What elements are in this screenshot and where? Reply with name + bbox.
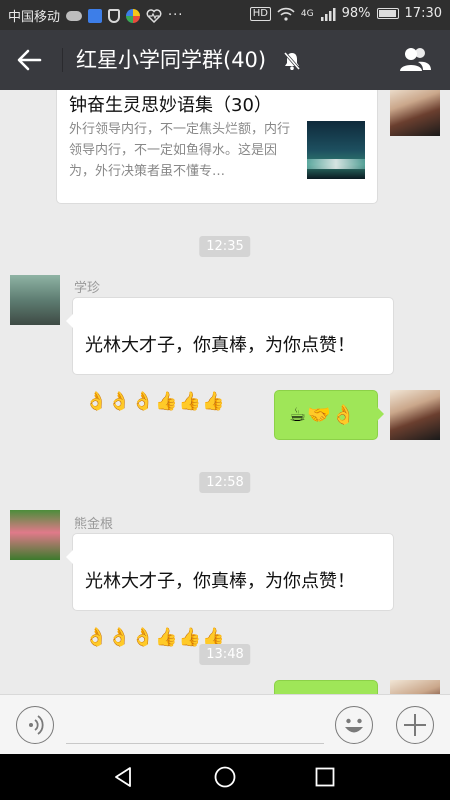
shared-article-card[interactable]: 钟奋生灵思妙语集（30） 外行领导内行，不一定焦头烂额，内行领导内行，不一定如鱼… — [56, 90, 378, 204]
voice-icon — [29, 715, 44, 735]
message-text: 光林大才子，你真棒，为你点赞！ — [85, 571, 355, 592]
chrome-icon — [126, 8, 141, 23]
header-divider — [62, 48, 63, 72]
shield-icon — [108, 8, 121, 23]
self-avatar[interactable] — [390, 680, 440, 694]
plus-icon — [404, 714, 426, 736]
message-input[interactable] — [66, 743, 324, 744]
heartbeat-icon — [146, 8, 162, 23]
group-info-button[interactable] — [398, 44, 432, 76]
carrier-label: 中国移动 — [8, 10, 61, 25]
self-message-bubble[interactable]: ☕🤝👌 — [274, 390, 384, 440]
home-circle-icon[interactable] — [212, 764, 238, 790]
timestamp: 12:35 — [199, 236, 251, 257]
input-bar — [0, 694, 450, 754]
app-notification-icon — [88, 8, 103, 23]
self-avatar[interactable] — [390, 390, 440, 440]
wechat-chat-screen: 中国移动 ··· HD 4G 98% 17:30 红星小学同学群(40) 钟奋生… — [0, 0, 450, 800]
emoji-row: ☕🤝👌 — [289, 404, 357, 426]
self-avatar[interactable] — [390, 90, 440, 136]
message-text: 光林大才子，你真棒，为你点赞！ — [85, 335, 355, 356]
back-button[interactable] — [14, 46, 44, 74]
emoji-button[interactable] — [335, 706, 373, 744]
timestamp: 13:48 — [199, 644, 251, 665]
chat-header: 红星小学同学群(40) — [0, 30, 450, 90]
wifi-icon — [277, 7, 295, 21]
status-bar: 中国移动 ··· HD 4G 98% 17:30 — [0, 0, 450, 30]
avatar-xuezhen[interactable] — [10, 275, 60, 325]
article-summary: 外行领导内行，不一定焦头烂额，内行领导内行，不一定如鱼得水。这是因为，外行决策者… — [69, 122, 291, 179]
recents-square-icon[interactable] — [312, 764, 338, 790]
more-notifications-label: ··· — [168, 8, 184, 23]
self-message-bubble[interactable] — [274, 680, 378, 694]
back-arrow-icon — [17, 49, 42, 71]
message-bubble[interactable]: 光林大才子，你真棒，为你点赞！ 👌👌👌👍👍👍 — [66, 533, 394, 648]
signal-icon — [320, 7, 336, 21]
battery-percent: 98% — [341, 6, 371, 21]
mute-bell-icon — [283, 52, 301, 70]
battery-icon — [376, 8, 399, 19]
network-type-label: 4G — [300, 8, 314, 19]
more-functions-button[interactable] — [396, 706, 434, 744]
article-title: 钟奋生灵思妙语集（30） — [69, 95, 272, 116]
back-triangle-icon[interactable] — [110, 764, 136, 790]
timestamp: 12:58 — [199, 472, 251, 493]
article-thumbnail — [307, 121, 365, 179]
voice-input-button[interactable] — [16, 706, 54, 744]
message-bubble[interactable]: 光林大才子，你真棒，为你点赞！ 👌👌👌👍👍👍 — [66, 297, 394, 412]
cloud-icon — [66, 10, 83, 21]
hd-badge: HD — [249, 6, 271, 21]
smiley-icon — [345, 718, 363, 733]
avatar-xiongjingen[interactable] — [10, 510, 60, 560]
sender-name: 学珍 — [74, 281, 101, 296]
message-list[interactable]: 钟奋生灵思妙语集（30） 外行领导内行，不一定焦头烂额，内行领导内行，不一定如鱼… — [0, 90, 450, 694]
chat-title: 红星小学同学群(40) — [76, 48, 267, 72]
clock: 17:30 — [404, 6, 442, 21]
sender-name: 熊金根 — [74, 517, 114, 532]
system-navigation-bar — [0, 754, 450, 800]
